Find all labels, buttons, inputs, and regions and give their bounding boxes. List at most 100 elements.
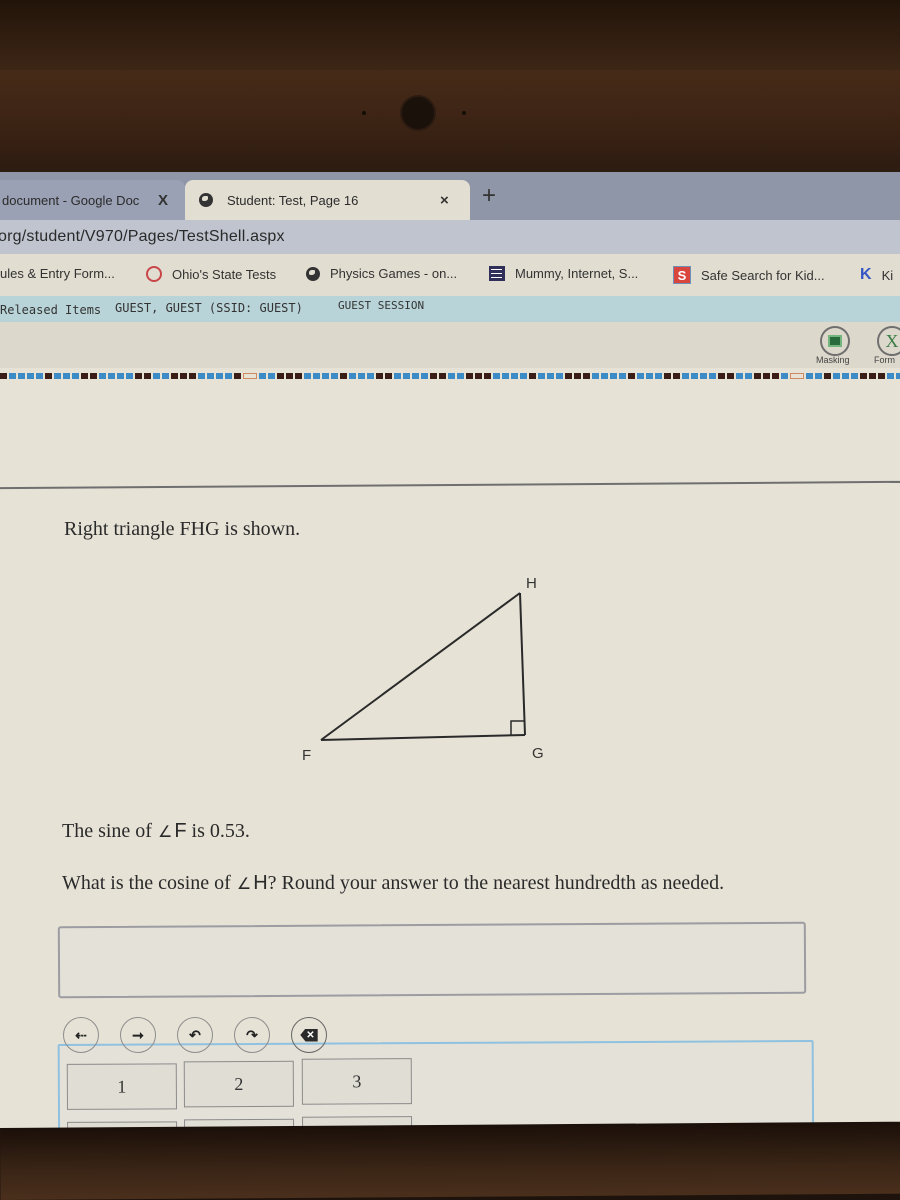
current-question-marker[interactable] bbox=[243, 373, 257, 379]
question-progress-square[interactable] bbox=[520, 373, 527, 379]
question-progress-square[interactable] bbox=[313, 373, 320, 379]
question-progress-square[interactable] bbox=[198, 373, 205, 379]
question-progress-square[interactable] bbox=[180, 373, 187, 379]
question-progress-square[interactable] bbox=[833, 373, 840, 379]
question-progress-square[interactable] bbox=[601, 373, 608, 379]
question-progress-square[interactable] bbox=[225, 373, 232, 379]
question-progress-square[interactable] bbox=[412, 373, 419, 379]
question-progress-square[interactable] bbox=[99, 373, 106, 379]
question-progress-square[interactable] bbox=[367, 373, 374, 379]
question-progress-square[interactable] bbox=[896, 373, 900, 379]
question-progress-square[interactable] bbox=[72, 373, 79, 379]
question-progress-square[interactable] bbox=[376, 373, 383, 379]
question-progress-square[interactable] bbox=[781, 373, 788, 379]
question-progress-square[interactable] bbox=[108, 373, 115, 379]
question-progress-square[interactable] bbox=[394, 373, 401, 379]
question-progress-square[interactable] bbox=[619, 373, 626, 379]
question-progress-square[interactable] bbox=[806, 373, 813, 379]
question-progress-square[interactable] bbox=[691, 373, 698, 379]
delete-button[interactable]: ✕ bbox=[291, 1017, 327, 1053]
question-progress-square[interactable] bbox=[673, 373, 680, 379]
question-progress-square[interactable] bbox=[646, 373, 653, 379]
question-progress-square[interactable] bbox=[268, 373, 275, 379]
question-progress-square[interactable] bbox=[628, 373, 635, 379]
question-progress-square[interactable] bbox=[682, 373, 689, 379]
close-tab-icon[interactable]: × bbox=[440, 192, 449, 209]
question-progress-square[interactable] bbox=[637, 373, 644, 379]
question-progress-square[interactable] bbox=[135, 373, 142, 379]
question-progress-square[interactable] bbox=[216, 373, 223, 379]
close-tab-icon[interactable]: X bbox=[158, 192, 168, 209]
question-progress-square[interactable] bbox=[583, 373, 590, 379]
undo-button[interactable]: ↶ bbox=[177, 1017, 213, 1053]
question-progress-square[interactable] bbox=[421, 373, 428, 379]
question-progress-square[interactable] bbox=[538, 373, 545, 379]
question-progress-square[interactable] bbox=[772, 373, 779, 379]
question-progress-square[interactable] bbox=[878, 373, 885, 379]
question-progress-square[interactable] bbox=[144, 373, 151, 379]
question-progress-square[interactable] bbox=[234, 373, 241, 379]
bookmark-ohio-state-tests[interactable]: Ohio's State Tests bbox=[146, 266, 276, 282]
question-progress-square[interactable] bbox=[117, 373, 124, 379]
question-progress-square[interactable] bbox=[27, 373, 34, 379]
question-progress-square[interactable] bbox=[63, 373, 70, 379]
formula-button[interactable]: X bbox=[877, 326, 900, 356]
question-progress-square[interactable] bbox=[655, 373, 662, 379]
question-progress-square[interactable] bbox=[727, 373, 734, 379]
question-progress-square[interactable] bbox=[851, 373, 858, 379]
question-progress-square[interactable] bbox=[610, 373, 617, 379]
question-progress-square[interactable] bbox=[358, 373, 365, 379]
question-progress-square[interactable] bbox=[869, 373, 876, 379]
question-progress-square[interactable] bbox=[664, 373, 671, 379]
question-progress-square[interactable] bbox=[322, 373, 329, 379]
answer-input[interactable] bbox=[57, 921, 807, 999]
question-progress-square[interactable] bbox=[457, 373, 464, 379]
question-progress-square[interactable] bbox=[162, 373, 169, 379]
question-progress-square[interactable] bbox=[700, 373, 707, 379]
question-progress-square[interactable] bbox=[304, 373, 311, 379]
question-progress-square[interactable] bbox=[502, 373, 509, 379]
key-1[interactable]: 1 bbox=[66, 1063, 177, 1110]
key-3[interactable]: 3 bbox=[301, 1058, 412, 1105]
question-progress-square[interactable] bbox=[18, 373, 25, 379]
question-progress-square[interactable] bbox=[295, 373, 302, 379]
question-progress-square[interactable] bbox=[54, 373, 61, 379]
question-progress-square[interactable] bbox=[448, 373, 455, 379]
question-progress-square[interactable] bbox=[547, 373, 554, 379]
question-progress-square[interactable] bbox=[81, 373, 88, 379]
question-progress-square[interactable] bbox=[824, 373, 831, 379]
question-progress-square[interactable] bbox=[90, 373, 97, 379]
question-progress-square[interactable] bbox=[565, 373, 572, 379]
tab-student-test[interactable]: Student: Test, Page 16 × bbox=[185, 180, 470, 220]
question-progress-square[interactable] bbox=[439, 373, 446, 379]
question-progress-square[interactable] bbox=[484, 373, 491, 379]
question-progress-square[interactable] bbox=[860, 373, 867, 379]
bookmark-safe-search[interactable]: S Safe Search for Kid... bbox=[673, 266, 825, 284]
bookmark-k[interactable]: K Ki bbox=[860, 266, 893, 284]
new-tab-button[interactable]: + bbox=[482, 182, 496, 210]
question-progress-square[interactable] bbox=[340, 373, 347, 379]
question-progress-square[interactable] bbox=[36, 373, 43, 379]
address-bar[interactable]: org/student/V970/Pages/TestShell.aspx bbox=[0, 220, 900, 254]
question-progress-square[interactable] bbox=[207, 373, 214, 379]
cursor-right-button[interactable]: ➞ bbox=[120, 1017, 156, 1053]
question-progress-square[interactable] bbox=[556, 373, 563, 379]
question-progress-square[interactable] bbox=[754, 373, 761, 379]
question-progress-square[interactable] bbox=[592, 373, 599, 379]
question-progress-square[interactable] bbox=[736, 373, 743, 379]
question-progress-square[interactable] bbox=[331, 373, 338, 379]
question-progress-square[interactable] bbox=[493, 373, 500, 379]
bookmark-mummy-internet[interactable]: Mummy, Internet, S... bbox=[489, 266, 638, 281]
question-progress-square[interactable] bbox=[403, 373, 410, 379]
question-progress-square[interactable] bbox=[815, 373, 822, 379]
question-progress-square[interactable] bbox=[466, 373, 473, 379]
question-progress-square[interactable] bbox=[0, 373, 7, 379]
question-progress-square[interactable] bbox=[189, 373, 196, 379]
question-progress-square[interactable] bbox=[718, 373, 725, 379]
bookmark-rules-entry-form[interactable]: ules & Entry Form... bbox=[0, 266, 115, 281]
question-progress-square[interactable] bbox=[842, 373, 849, 379]
key-2[interactable]: 2 bbox=[183, 1060, 294, 1108]
current-question-marker[interactable] bbox=[790, 373, 804, 379]
question-progress-square[interactable] bbox=[763, 373, 770, 379]
tab-google-docs[interactable]: document - Google Doc X bbox=[0, 180, 185, 220]
